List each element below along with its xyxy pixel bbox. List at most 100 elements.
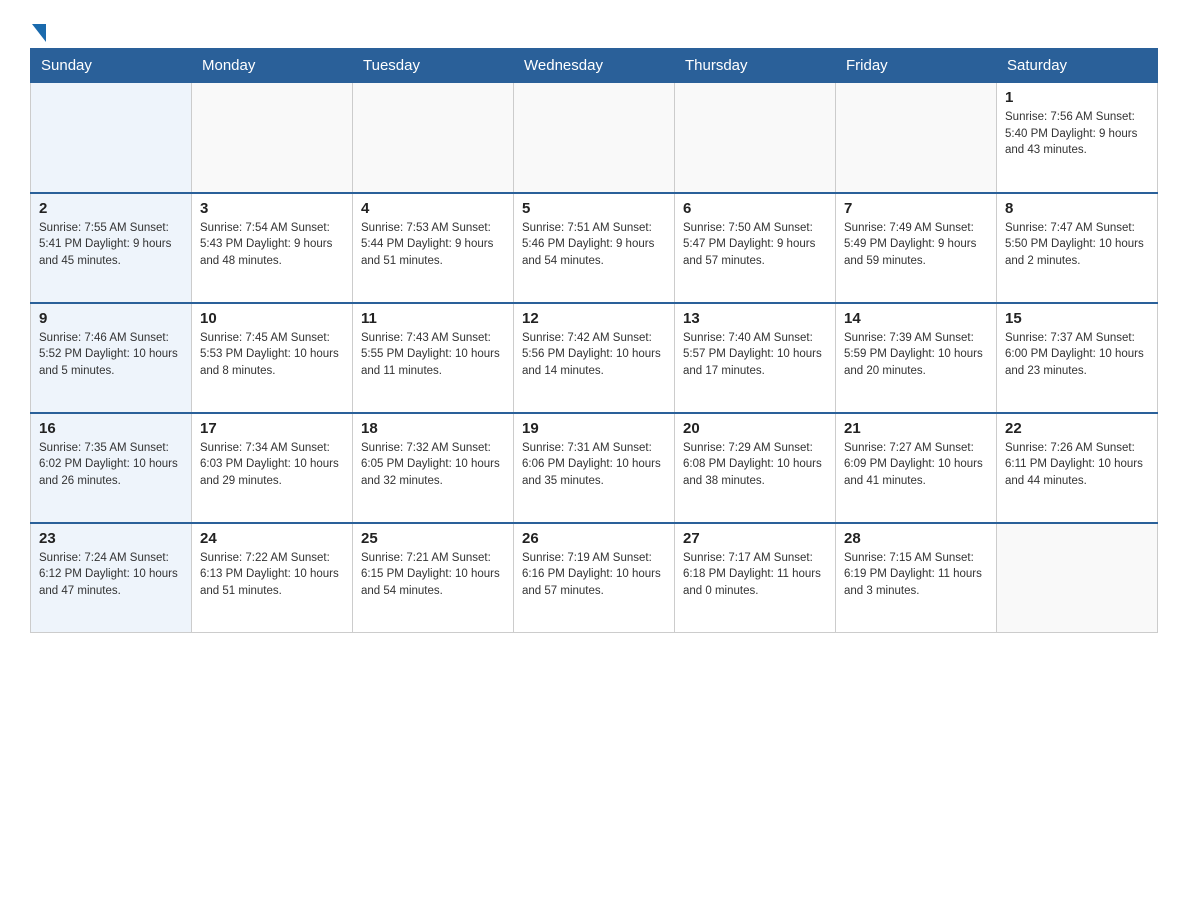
day-info: Sunrise: 7:15 AM Sunset: 6:19 PM Dayligh… (844, 550, 988, 600)
day-number: 7 (844, 200, 988, 217)
weekday-header-thursday: Thursday (675, 49, 836, 83)
calendar-cell (353, 83, 514, 193)
day-number: 28 (844, 530, 988, 547)
day-number: 13 (683, 310, 827, 327)
weekday-header-monday: Monday (192, 49, 353, 83)
day-info: Sunrise: 7:35 AM Sunset: 6:02 PM Dayligh… (39, 440, 183, 490)
day-number: 21 (844, 420, 988, 437)
day-info: Sunrise: 7:26 AM Sunset: 6:11 PM Dayligh… (1005, 440, 1149, 490)
calendar-cell: 5 Sunrise: 7:51 AM Sunset: 5:46 PM Daylig… (514, 193, 675, 303)
calendar-cell (31, 83, 192, 193)
day-info: Sunrise: 7:17 AM Sunset: 6:18 PM Dayligh… (683, 550, 827, 600)
calendar-cell: 27 Sunrise: 7:17 AM Sunset: 6:18 PM Dayli… (675, 523, 836, 633)
calendar-cell: 17Sunrise: 7:34 AM Sunset: 6:03 PM Dayli… (192, 413, 353, 523)
weekday-header-friday: Friday (836, 49, 997, 83)
logo (30, 20, 46, 38)
day-number: 23 (39, 530, 183, 547)
day-number: 27 (683, 530, 827, 547)
day-info: Sunrise: 7:55 AM Sunset: 5:41 PM Dayligh… (39, 220, 183, 270)
calendar-cell: 18 Sunrise: 7:32 AM Sunset: 6:05 PM Dayli… (353, 413, 514, 523)
calendar-row-2: 9 Sunrise: 7:46 AM Sunset: 5:52 PM Daylig… (31, 303, 1158, 413)
calendar-row-0: 1 Sunrise: 7:56 AM Sunset: 5:40 PM Daylig… (31, 83, 1158, 193)
weekday-header-sunday: Sunday (31, 49, 192, 83)
calendar-cell: 16 Sunrise: 7:35 AM Sunset: 6:02 PM Dayli… (31, 413, 192, 523)
day-number: 10 (200, 310, 344, 327)
calendar-row-3: 16 Sunrise: 7:35 AM Sunset: 6:02 PM Dayli… (31, 413, 1158, 523)
day-number: 2 (39, 200, 183, 217)
calendar-cell: 2 Sunrise: 7:55 AM Sunset: 5:41 PM Daylig… (31, 193, 192, 303)
day-info: Sunrise: 7:46 AM Sunset: 5:52 PM Dayligh… (39, 330, 183, 380)
calendar-cell: 6 Sunrise: 7:50 AM Sunset: 5:47 PM Daylig… (675, 193, 836, 303)
day-info: Sunrise: 7:50 AM Sunset: 5:47 PM Dayligh… (683, 220, 827, 270)
calendar-cell: 14 Sunrise: 7:39 AM Sunset: 5:59 PM Dayli… (836, 303, 997, 413)
calendar-cell: 22 Sunrise: 7:26 AM Sunset: 6:11 PM Dayli… (997, 413, 1158, 523)
calendar-table: SundayMondayTuesdayWednesdayThursdayFrid… (30, 48, 1158, 633)
day-info: Sunrise: 7:29 AM Sunset: 6:08 PM Dayligh… (683, 440, 827, 490)
day-number: 17 (200, 420, 344, 437)
day-number: 1 (1005, 89, 1149, 106)
day-info: Sunrise: 7:53 AM Sunset: 5:44 PM Dayligh… (361, 220, 505, 270)
day-info: Sunrise: 7:37 AM Sunset: 6:00 PM Dayligh… (1005, 330, 1149, 380)
calendar-cell: 3 Sunrise: 7:54 AM Sunset: 5:43 PM Daylig… (192, 193, 353, 303)
calendar-cell: 15 Sunrise: 7:37 AM Sunset: 6:00 PM Dayli… (997, 303, 1158, 413)
weekday-header-row: SundayMondayTuesdayWednesdayThursdayFrid… (31, 49, 1158, 83)
day-number: 18 (361, 420, 505, 437)
day-info: Sunrise: 7:56 AM Sunset: 5:40 PM Dayligh… (1005, 109, 1149, 159)
calendar-cell: 26Sunrise: 7:19 AM Sunset: 6:16 PM Dayli… (514, 523, 675, 633)
calendar-cell: 25Sunrise: 7:21 AM Sunset: 6:15 PM Dayli… (353, 523, 514, 633)
calendar-cell: 11 Sunrise: 7:43 AM Sunset: 5:55 PM Dayli… (353, 303, 514, 413)
calendar-row-4: 23 Sunrise: 7:24 AM Sunset: 6:12 PM Dayli… (31, 523, 1158, 633)
calendar-cell: 12 Sunrise: 7:42 AM Sunset: 5:56 PM Dayli… (514, 303, 675, 413)
calendar-cell: 9 Sunrise: 7:46 AM Sunset: 5:52 PM Daylig… (31, 303, 192, 413)
weekday-header-saturday: Saturday (997, 49, 1158, 83)
day-info: Sunrise: 7:43 AM Sunset: 5:55 PM Dayligh… (361, 330, 505, 380)
calendar-cell: 28 Sunrise: 7:15 AM Sunset: 6:19 PM Dayli… (836, 523, 997, 633)
day-info: Sunrise: 7:40 AM Sunset: 5:57 PM Dayligh… (683, 330, 827, 380)
calendar-cell (675, 83, 836, 193)
day-info: Sunrise: 7:27 AM Sunset: 6:09 PM Dayligh… (844, 440, 988, 490)
calendar-cell: 1 Sunrise: 7:56 AM Sunset: 5:40 PM Daylig… (997, 83, 1158, 193)
calendar-row-1: 2 Sunrise: 7:55 AM Sunset: 5:41 PM Daylig… (31, 193, 1158, 303)
day-number: 22 (1005, 420, 1149, 437)
day-info: Sunrise: 7:39 AM Sunset: 5:59 PM Dayligh… (844, 330, 988, 380)
day-info: Sunrise: 7:54 AM Sunset: 5:43 PM Dayligh… (200, 220, 344, 270)
day-number: 5 (522, 200, 666, 217)
day-info: Sunrise: 7:51 AM Sunset: 5:46 PM Dayligh… (522, 220, 666, 270)
calendar-cell: 23 Sunrise: 7:24 AM Sunset: 6:12 PM Dayli… (31, 523, 192, 633)
calendar-cell: 19 Sunrise: 7:31 AM Sunset: 6:06 PM Dayli… (514, 413, 675, 523)
day-info: Sunrise: 7:24 AM Sunset: 6:12 PM Dayligh… (39, 550, 183, 600)
calendar-cell: 24Sunrise: 7:22 AM Sunset: 6:13 PM Dayli… (192, 523, 353, 633)
weekday-header-wednesday: Wednesday (514, 49, 675, 83)
calendar-cell: 8 Sunrise: 7:47 AM Sunset: 5:50 PM Daylig… (997, 193, 1158, 303)
day-number: 14 (844, 310, 988, 327)
day-info: Sunrise: 7:32 AM Sunset: 6:05 PM Dayligh… (361, 440, 505, 490)
day-number: 8 (1005, 200, 1149, 217)
day-number: 26 (522, 530, 666, 547)
calendar-cell (997, 523, 1158, 633)
day-info: Sunrise: 7:21 AM Sunset: 6:15 PM Dayligh… (361, 550, 505, 600)
day-number: 15 (1005, 310, 1149, 327)
calendar-cell: 21 Sunrise: 7:27 AM Sunset: 6:09 PM Dayli… (836, 413, 997, 523)
day-number: 11 (361, 310, 505, 327)
day-info: Sunrise: 7:31 AM Sunset: 6:06 PM Dayligh… (522, 440, 666, 490)
page-header (30, 20, 1158, 38)
calendar-cell (836, 83, 997, 193)
weekday-header-tuesday: Tuesday (353, 49, 514, 83)
day-info: Sunrise: 7:22 AM Sunset: 6:13 PM Dayligh… (200, 550, 344, 600)
day-info: Sunrise: 7:47 AM Sunset: 5:50 PM Dayligh… (1005, 220, 1149, 270)
day-number: 9 (39, 310, 183, 327)
calendar-cell (514, 83, 675, 193)
day-info: Sunrise: 7:42 AM Sunset: 5:56 PM Dayligh… (522, 330, 666, 380)
day-number: 12 (522, 310, 666, 327)
calendar-cell: 13 Sunrise: 7:40 AM Sunset: 5:57 PM Dayli… (675, 303, 836, 413)
calendar-cell: 7Sunrise: 7:49 AM Sunset: 5:49 PM Daylig… (836, 193, 997, 303)
day-number: 3 (200, 200, 344, 217)
calendar-cell (192, 83, 353, 193)
day-number: 20 (683, 420, 827, 437)
logo-arrow-icon (32, 24, 46, 42)
calendar-cell: 4 Sunrise: 7:53 AM Sunset: 5:44 PM Daylig… (353, 193, 514, 303)
day-number: 6 (683, 200, 827, 217)
day-number: 4 (361, 200, 505, 217)
day-number: 19 (522, 420, 666, 437)
day-number: 16 (39, 420, 183, 437)
